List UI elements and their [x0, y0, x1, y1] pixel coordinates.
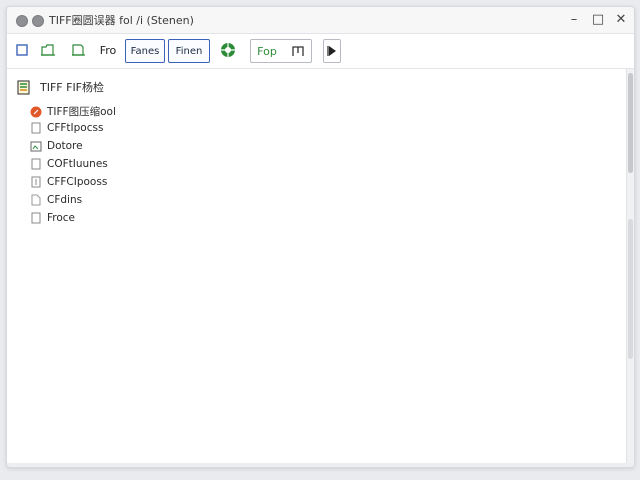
tree-item-label: Froce [47, 212, 76, 224]
orange-circle-icon [30, 106, 42, 118]
scrollbar-thumb[interactable] [628, 73, 633, 173]
file-icon [30, 122, 42, 134]
tree-item-label: CFFCIpooss [47, 176, 108, 188]
run-button[interactable] [323, 39, 341, 63]
title-bar: TIFF圈圆误器 fol /i (Stenen) – □ ✕ [7, 7, 634, 34]
minimize-button[interactable]: – [563, 10, 585, 30]
tree-item-label: TIFF图压缩ool [47, 106, 116, 118]
fro-label: Fro [99, 43, 117, 57]
scrollbar-track-segment [628, 219, 633, 359]
fop-label[interactable]: Fop [257, 45, 277, 58]
tree-item[interactable]: CFdins [30, 194, 82, 206]
save-button[interactable] [69, 39, 87, 61]
tree-root-label: TIFF FIF杨检 [40, 81, 105, 94]
tree-item-label: Dotore [47, 140, 83, 152]
vertical-scrollbar[interactable] [626, 69, 634, 465]
tree-item[interactable]: COFtIuunes [30, 158, 108, 170]
bracket-icon[interactable] [291, 45, 305, 57]
close-button[interactable]: ✕ [610, 10, 632, 30]
save-icon [72, 44, 85, 56]
finen-label: Finen [175, 45, 203, 57]
document-list-icon [17, 79, 30, 95]
fop-button-group: Fop [250, 39, 312, 63]
new-square-icon [16, 44, 28, 56]
tree-item[interactable]: Froce [30, 212, 75, 224]
open-folder-icon [41, 44, 55, 56]
network-button[interactable] [219, 39, 237, 61]
file-icon [30, 212, 42, 224]
window-dot-1[interactable] [16, 15, 28, 27]
file-icon [30, 158, 42, 170]
window-dot-2[interactable] [32, 15, 44, 27]
fanes-label: Fanes [130, 45, 160, 57]
tree-item[interactable]: Dotore [30, 140, 83, 152]
tree-item[interactable]: TIFF图压缩ool [30, 104, 116, 119]
play-arrow-icon [327, 46, 336, 56]
tree-item-label: COFtIuunes [47, 158, 108, 170]
tree-root[interactable]: TIFF FIF杨检 [17, 79, 104, 95]
tree-item-label: CFFtIpocss [47, 122, 104, 134]
window-title: TIFF圈圆误器 fol /i (Stenen) [49, 14, 194, 27]
tree-item-label: CFdins [47, 194, 83, 206]
tree-item[interactable]: CFFCIpooss [30, 176, 107, 188]
tree-panel: TIFF FIF杨检 TIFF图压缩ool CFFtIpocss Dotore … [7, 69, 627, 465]
app-window: TIFF圈圆误器 fol /i (Stenen) – □ ✕ Fro Fanes… [6, 6, 635, 468]
open-button[interactable] [39, 39, 57, 61]
new-button[interactable] [15, 39, 29, 61]
file-icon [30, 176, 42, 188]
network-icon [221, 43, 235, 57]
fanes-button[interactable]: Fanes [125, 39, 165, 63]
maximize-button[interactable]: □ [587, 10, 609, 30]
fro-button[interactable]: Fro [98, 39, 118, 61]
status-bar [7, 463, 634, 467]
tree-item[interactable]: CFFtIpocss [30, 122, 103, 134]
image-file-icon [30, 140, 42, 152]
folder-file-icon [30, 194, 42, 206]
toolbar: Fro Fanes Finen Fop [7, 34, 634, 69]
finen-button[interactable]: Finen [168, 39, 210, 63]
